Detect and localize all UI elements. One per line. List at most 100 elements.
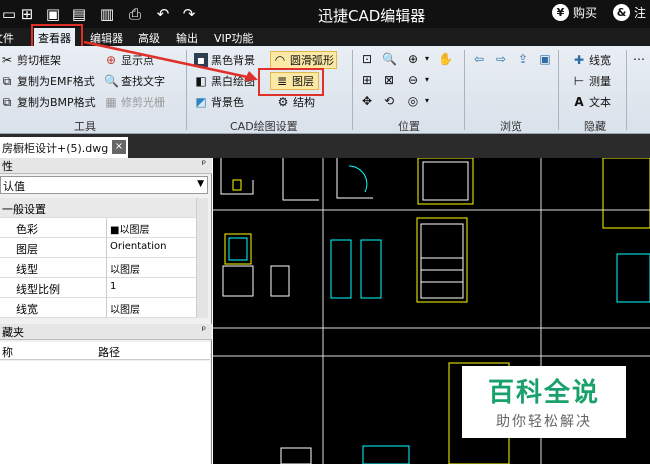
more-button[interactable]: ⋯ [632, 52, 646, 66]
group-divider [558, 50, 559, 130]
trim-raster-button[interactable]: ▦ 修剪光栅 [104, 94, 165, 110]
save-icon[interactable]: ▤ [70, 5, 88, 23]
property-row-layer[interactable]: 图层 Orientation [0, 238, 196, 258]
document-tab-label: 房橱柜设计+(5).dwg [2, 142, 109, 155]
app-menu-icon[interactable]: ▭ [0, 5, 18, 23]
arc-icon: ◠ [274, 53, 286, 67]
scissors-icon: ✂ [1, 53, 13, 67]
open-link-button[interactable]: ⇪ [516, 52, 530, 66]
cad-settings-group-label: CAD绘图设置 [230, 120, 298, 133]
undo-icon[interactable]: ↶ [154, 5, 172, 23]
zoom-prev-icon: ⟲ [383, 94, 395, 108]
bookmarks-list [0, 361, 210, 464]
previous-button[interactable]: ⇦ [472, 52, 486, 66]
save-as-icon[interactable]: ▥ [98, 5, 116, 23]
watermark: 百科全说 助你轻松解决 [462, 366, 626, 438]
annotation-arrow [83, 40, 258, 81]
structure-icon: ⚙ [277, 95, 289, 109]
tools-group-label: 工具 [74, 120, 96, 133]
palette-icon: ◩ [195, 95, 207, 109]
chevron-down-icon: ▼ [197, 179, 204, 189]
more-icon: ⋯ [633, 52, 645, 66]
zoom-window-icon: ⊡ [361, 52, 373, 66]
zoom-prev-button[interactable]: ⟲ [382, 94, 396, 108]
smooth-arc-button[interactable]: ◠ 圆滑弧形 [270, 51, 337, 69]
pin-icon[interactable]: ᵖ [202, 159, 206, 170]
zoom-window-button[interactable]: ⊡ [360, 52, 374, 66]
zoom-in-button[interactable]: ⊕ ▾ [406, 52, 431, 66]
zoom-rect-button[interactable]: 🔍 [382, 52, 397, 66]
hand-icon: ✋ [438, 52, 453, 66]
bookmarks-header: 藏夹 ᵖ [0, 324, 212, 340]
fit-icon: ⊞ [361, 73, 373, 87]
property-section[interactable]: 一般设置 [0, 198, 196, 218]
bookmarks-title: 藏夹 [2, 326, 24, 339]
redo-icon[interactable]: ↷ [180, 5, 198, 23]
group-divider [352, 50, 353, 130]
line-width-button[interactable]: ✚ 线宽 [572, 52, 611, 68]
new-file-icon[interactable]: ⊞ [18, 5, 36, 23]
extents-icon: ⊠ [383, 73, 395, 87]
watermark-title: 百科全说 [487, 378, 600, 408]
watermark-subtitle: 助你轻松解决 [496, 414, 592, 430]
link-icon: ⇪ [517, 52, 529, 66]
orbit-icon: ◎ [407, 94, 419, 108]
column-path[interactable]: 路径 [98, 344, 120, 360]
property-selector-value: 认值 [3, 180, 25, 193]
property-row-linetype-scale[interactable]: 线型比例 1 [0, 278, 196, 298]
crop-icon: ▦ [105, 95, 117, 109]
browse-folder-button[interactable]: ▣ [538, 52, 552, 66]
close-icon[interactable]: × [112, 140, 126, 154]
document-tab-bar: 房橱柜设计+(5).dwg × [0, 134, 650, 158]
zoom-out-button[interactable]: ⊖ ▾ [406, 73, 431, 87]
chevron-down-icon: ▾ [424, 75, 429, 84]
register-button[interactable]: & 注 [613, 4, 646, 21]
hidden-group-label: 隐藏 [584, 120, 606, 133]
property-section-title: 一般设置 [2, 203, 46, 216]
property-row-lineweight[interactable]: 线宽 以图层 [0, 298, 196, 318]
menu-file[interactable]: 文件 [0, 30, 14, 46]
zoom-out-icon: ⊖ [407, 73, 419, 87]
register-label: 注 [634, 6, 647, 20]
yen-icon: ¥ [552, 4, 569, 21]
move-button[interactable]: ✥ [360, 94, 374, 108]
pin-icon[interactable]: ᵖ [202, 325, 206, 336]
bookmarks-column-headers: 称 路径 [0, 342, 210, 360]
properties-scrollbar[interactable] [196, 198, 208, 318]
structure-button[interactable]: ⚙ 结构 [276, 94, 315, 110]
buy-button[interactable]: ¥ 购买 [552, 4, 597, 21]
zoom-in-icon: ⊕ [407, 52, 419, 66]
property-row-color[interactable]: 色彩 ■以图层 [0, 218, 196, 238]
arrow-right-icon: ⇨ [495, 52, 507, 66]
line-width-icon: ✚ [573, 53, 585, 67]
copy-icon: ⧉ [2, 95, 12, 109]
arrow-left-icon: ⇦ [473, 52, 485, 66]
zoom-rect-icon: 🔍 [382, 52, 397, 66]
chevron-down-icon: ▾ [424, 96, 429, 105]
position-group-label: 位置 [398, 120, 420, 133]
open-file-icon[interactable]: ▣ [44, 5, 62, 23]
folder-icon: ▣ [539, 52, 551, 66]
print-icon[interactable]: ⎙ [126, 5, 144, 23]
left-panel: 性 ᵖ 认值 ▼ 一般设置 色彩 ■以图层 图层 Orientation 线型 以图层… [0, 158, 212, 464]
pan-button[interactable]: ✋ [438, 52, 453, 66]
cut-frame-button[interactable]: ✂ 剪切框架 [0, 52, 61, 68]
orbit-button[interactable]: ◎ ▾ [406, 94, 431, 108]
fit-button[interactable]: ⊞ [360, 73, 374, 87]
browse-group-label: 浏览 [500, 120, 522, 133]
next-button[interactable]: ⇨ [494, 52, 508, 66]
app-title: 迅捷CAD编辑器 [318, 7, 426, 25]
chevron-down-icon: ▾ [424, 54, 429, 63]
properties-header: 性 ᵖ [0, 158, 212, 174]
background-color-button[interactable]: ◩ 背景色 [194, 94, 244, 110]
document-tab[interactable]: 房橱柜设计+(5).dwg × [0, 137, 128, 158]
property-selector[interactable]: 认值 ▼ [0, 176, 208, 194]
group-divider [626, 50, 627, 130]
extents-button[interactable]: ⊠ [382, 73, 396, 87]
text-button[interactable]: A 文本 [572, 94, 611, 110]
properties-title: 性 [2, 160, 13, 173]
column-name[interactable]: 称 [2, 344, 13, 360]
property-row-linetype[interactable]: 线型 以图层 [0, 258, 196, 278]
measure-button[interactable]: ⊢ 测量 [572, 73, 611, 89]
copy-bmp-button[interactable]: ⧉ 复制为BMP格式 [0, 94, 96, 110]
